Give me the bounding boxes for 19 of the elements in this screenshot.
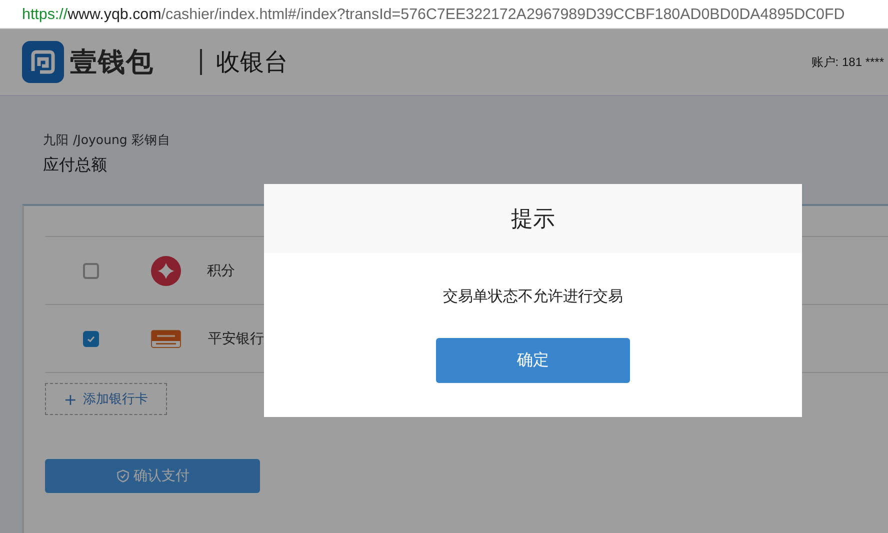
wallet-logo-icon: [22, 41, 64, 83]
account-text: 账户: 181 ****: [811, 54, 884, 70]
checkbox[interactable]: [83, 262, 99, 278]
ok-button[interactable]: 确定: [436, 338, 630, 383]
shield-check-icon: [116, 469, 130, 483]
payment-name: 积分: [207, 262, 235, 280]
dialog-title: 提示: [511, 206, 555, 234]
logo-text: 壹钱包: [70, 46, 154, 80]
confirm-pay-button[interactable]: 确认支付: [45, 459, 260, 493]
bank-card-icon: [151, 330, 181, 348]
page-title: 收银台: [216, 47, 288, 78]
amount-label: 应付总额: [43, 155, 108, 176]
add-bank-card-button[interactable]: + 添加银行卡: [45, 383, 167, 415]
payment-name: 平安银行: [208, 330, 264, 348]
dialog-message: 交易单状态不允许进行交易: [442, 287, 624, 306]
checkbox[interactable]: [83, 330, 99, 346]
address-bar-url[interactable]: https://www.yqb.com/cashier/index.html#/index?transId=576C7EE322172A2967989D39CCBF180AD0BD0DA4895DC0FD: [22, 6, 845, 22]
diamond-coin-icon: [151, 256, 181, 286]
product-name: 九阳 /Joyoung 彩钢自: [43, 132, 172, 149]
